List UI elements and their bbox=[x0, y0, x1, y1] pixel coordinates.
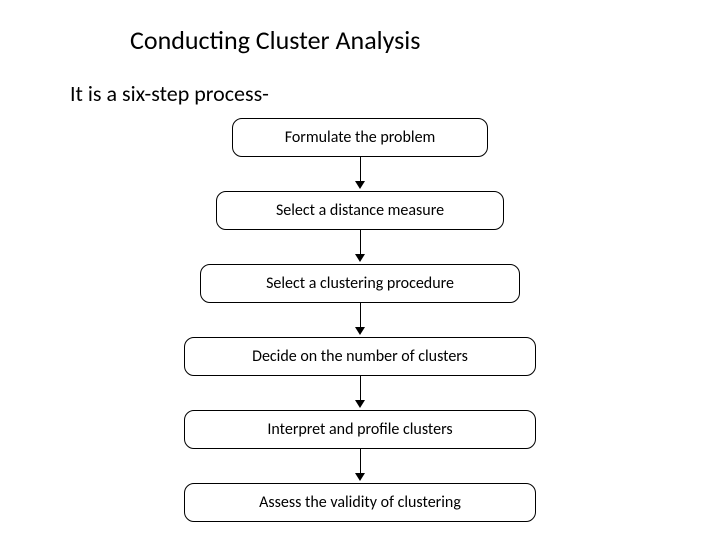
step-box: Assess the validity of clustering bbox=[184, 483, 536, 522]
flow-step-2: Select a distance measure bbox=[0, 191, 720, 230]
arrow-down-icon bbox=[0, 157, 720, 191]
arrow-down-icon bbox=[0, 376, 720, 410]
step-box: Formulate the problem bbox=[232, 118, 488, 157]
flow-step-4: Decide on the number of clusters bbox=[0, 337, 720, 376]
slide-subtitle: It is a six-step process- bbox=[70, 80, 269, 107]
step-box: Interpret and profile clusters bbox=[184, 410, 536, 449]
arrow-down-icon bbox=[0, 303, 720, 337]
flow-step-6: Assess the validity of clustering bbox=[0, 483, 720, 522]
slide-title: Conducting Cluster Analysis bbox=[130, 24, 420, 56]
arrow-down-icon bbox=[0, 449, 720, 483]
flow-step-1: Formulate the problem bbox=[0, 118, 720, 157]
flowchart: Formulate the problem Select a distance m… bbox=[0, 118, 720, 522]
slide: Conducting Cluster Analysis It is a six-… bbox=[0, 0, 720, 540]
step-box: Decide on the number of clusters bbox=[184, 337, 536, 376]
flow-step-3: Select a clustering procedure bbox=[0, 264, 720, 303]
arrow-down-icon bbox=[0, 230, 720, 264]
step-box: Select a distance measure bbox=[216, 191, 504, 230]
flow-step-5: Interpret and profile clusters bbox=[0, 410, 720, 449]
step-box: Select a clustering procedure bbox=[200, 264, 520, 303]
